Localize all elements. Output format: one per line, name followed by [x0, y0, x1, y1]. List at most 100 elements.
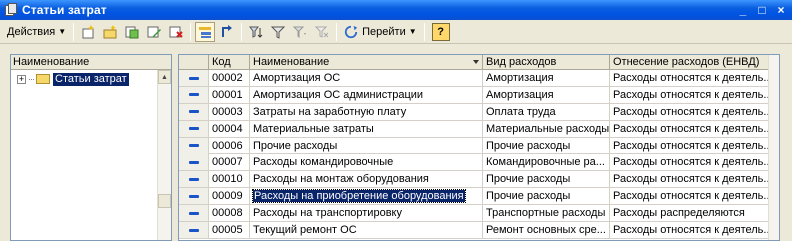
tree-scrollbar[interactable]: ▲	[157, 70, 171, 240]
table-row[interactable]: 00005 Текущий ремонт ОС Ремонт основных ср…	[179, 222, 779, 239]
cell-relation[interactable]: Расходы относятся к деятель...	[610, 171, 770, 188]
item-marker-icon	[188, 76, 199, 80]
cell-relation[interactable]: Расходы относятся к деятель...	[610, 137, 770, 154]
table-row[interactable]: 00007 Расходы командировочные Командировоч…	[179, 154, 779, 172]
cell-type[interactable]: Прочие расходы	[483, 171, 610, 188]
cell-name[interactable]: Амортизация ОС администрации	[250, 86, 483, 103]
filter-dropdown-icon[interactable]	[290, 22, 310, 42]
table-row[interactable]: 00002 Амортизация ОС Амортизация Расходы от…	[179, 70, 779, 87]
cell-type[interactable]: Ремонт основных сре...	[483, 222, 610, 239]
table-row[interactable]: 00006 Прочие расходы Прочие расходы Расходы…	[179, 137, 779, 155]
cell-name[interactable]: Материальные затраты	[250, 120, 483, 137]
cell-code[interactable]: 00005	[209, 222, 250, 239]
cell-type[interactable]: Амортизация	[483, 86, 610, 103]
cell-relation[interactable]: Расходы относятся к деятель...	[610, 70, 770, 86]
expand-icon[interactable]: +	[17, 74, 26, 84]
cell-relation[interactable]: Расходы относятся к деятель...	[610, 86, 770, 103]
cell-name[interactable]: Расходы на монтаж оборудования	[250, 171, 483, 188]
header-code[interactable]: Код	[209, 55, 250, 70]
tree-root-item[interactable]: + Статьи затрат	[17, 72, 129, 86]
items-table: Код Наименование Вид расходов Отнесение …	[178, 54, 780, 241]
cell-code[interactable]: 00001	[209, 86, 250, 103]
copy-item-icon[interactable]	[122, 22, 142, 42]
cell-code[interactable]: 00008	[209, 205, 250, 222]
row-marker	[179, 171, 209, 188]
cell-relation[interactable]: Расходы распределяются	[610, 205, 770, 222]
cell-relation[interactable]: Расходы относятся к деятель...	[610, 188, 770, 205]
cell-code[interactable]: 00010	[209, 171, 250, 188]
maximize-icon[interactable]: □	[754, 2, 770, 18]
header-name[interactable]: Наименование	[250, 55, 483, 70]
cell-type[interactable]: Командировочные ра...	[483, 154, 610, 171]
cell-name[interactable]: Текущий ремонт ОС	[250, 222, 483, 239]
window-icon	[4, 3, 18, 17]
scroll-thumb[interactable]	[158, 194, 171, 208]
cell-name[interactable]: Расходы на приобретение оборудования	[250, 188, 483, 205]
cell-name[interactable]: Прочие расходы	[250, 137, 483, 154]
cell-relation[interactable]: Расходы относятся к деятель...	[610, 222, 770, 239]
filter-sort-icon[interactable]	[246, 22, 266, 42]
minimize-icon[interactable]: _	[735, 2, 751, 18]
item-marker-icon	[188, 211, 199, 215]
row-marker	[179, 222, 209, 239]
cell-code[interactable]: 00006	[209, 137, 250, 154]
cell-code[interactable]: 00003	[209, 103, 250, 120]
help-button[interactable]: ?	[431, 22, 450, 41]
cell-relation[interactable]: Расходы относятся к деятель...	[610, 154, 770, 171]
goto-menu[interactable]: Перейти ▼	[340, 22, 421, 42]
table-row[interactable]: 00001 Амортизация ОС администрации Амортиз…	[179, 86, 779, 104]
add-group-icon[interactable]	[100, 22, 120, 42]
cell-name-text: Расходы командировочные	[253, 156, 394, 169]
filter-icon[interactable]	[268, 22, 288, 42]
header-type[interactable]: Вид расходов	[483, 55, 610, 70]
cell-name[interactable]: Расходы на транспортировку	[250, 205, 483, 222]
actions-menu[interactable]: Действия ▼	[3, 22, 70, 42]
tree-header[interactable]: Наименование	[11, 55, 171, 70]
hierarchy-view-icon[interactable]	[195, 21, 216, 42]
edit-item-icon[interactable]	[144, 22, 164, 42]
cell-name[interactable]: Амортизация ОС	[250, 70, 483, 86]
table-row[interactable]: 00010 Расходы на монтаж оборудования Прочи…	[179, 171, 779, 189]
cell-relation[interactable]: Расходы относятся к деятель...	[610, 103, 770, 120]
add-item-icon[interactable]	[78, 22, 98, 42]
cell-relation[interactable]: Расходы относятся к деятель...	[610, 120, 770, 137]
cell-type[interactable]: Материальные расходы	[483, 120, 610, 137]
cell-name-text: Расходы на приобретение оборудования	[252, 189, 466, 204]
cell-type[interactable]: Прочие расходы	[483, 137, 610, 154]
scroll-up-icon[interactable]: ▲	[158, 70, 171, 84]
clear-filter-icon[interactable]	[312, 22, 332, 42]
dropdown-arrow-icon: ▼	[58, 27, 67, 36]
table-row[interactable]: 00009 Расходы на приобретение оборудовани…	[179, 188, 779, 206]
cell-code[interactable]: 00004	[209, 120, 250, 137]
item-marker-icon	[188, 93, 199, 97]
cell-type[interactable]: Оплата труда	[483, 103, 610, 120]
cell-code[interactable]: 00009	[209, 188, 250, 205]
cell-code[interactable]: 00002	[209, 70, 250, 86]
row-marker	[179, 70, 209, 86]
close-icon[interactable]: ×	[773, 2, 789, 18]
cell-name-text: Затраты на заработную плату	[253, 105, 407, 118]
table-header: Код Наименование Вид расходов Отнесение …	[179, 55, 779, 70]
table-row[interactable]: 00004 Материальные затраты Материальные ра…	[179, 120, 779, 138]
cell-name[interactable]: Расходы командировочные	[250, 154, 483, 171]
cell-name-text: Расходы на монтаж оборудования	[253, 173, 429, 186]
header-relation[interactable]: Отнесение расходов (ЕНВД)	[610, 55, 770, 70]
table-body: 00002 Амортизация ОС Амортизация Расходы от…	[179, 70, 779, 239]
table-row[interactable]: 00008 Расходы на транспортировку Транспорт…	[179, 205, 779, 223]
row-marker	[179, 154, 209, 171]
cell-name[interactable]: Затраты на заработную плату	[250, 103, 483, 120]
folder-icon	[36, 74, 50, 84]
level-up-icon[interactable]	[217, 22, 237, 42]
tree-connector	[29, 78, 34, 80]
cell-name-text: Расходы на транспортировку	[253, 207, 402, 220]
item-marker-icon	[188, 160, 199, 164]
cell-type[interactable]: Прочие расходы	[483, 188, 610, 205]
row-marker	[179, 86, 209, 103]
cell-code[interactable]: 00007	[209, 154, 250, 171]
cell-type[interactable]: Транспортные расходы	[483, 205, 610, 222]
cell-type[interactable]: Амортизация	[483, 70, 610, 86]
table-row[interactable]: 00003 Затраты на заработную плату Оплата т…	[179, 103, 779, 121]
tree-root-label: Статьи затрат	[53, 72, 129, 86]
delete-item-icon[interactable]	[166, 22, 186, 42]
table-scrollbar[interactable]	[768, 55, 779, 240]
